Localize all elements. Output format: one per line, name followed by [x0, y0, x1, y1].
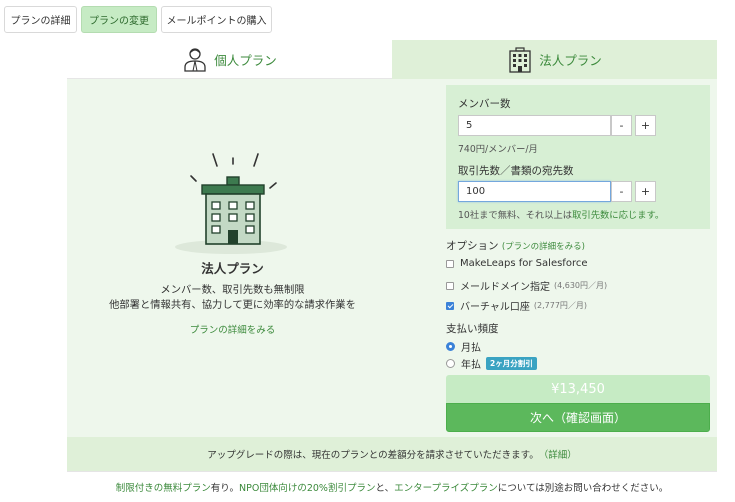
- members-plus-button[interactable]: +: [635, 115, 656, 136]
- option-virtual-account-label: バーチャル口座: [460, 302, 530, 313]
- clients-minus-button[interactable]: -: [611, 181, 632, 202]
- payment-yearly-radio[interactable]: [446, 359, 455, 368]
- footer-text-2: と、: [375, 483, 395, 494]
- next-button[interactable]: 次へ（確認画面）: [446, 403, 710, 432]
- option-salesforce-checkbox[interactable]: [446, 259, 454, 268]
- payment-monthly[interactable]: 月払: [446, 339, 481, 354]
- upgrade-notice: アップグレードの際は、現在のプランとの差額分を請求させていただきます。 （詳細）: [67, 437, 717, 471]
- option-mail-domain-checkbox[interactable]: [446, 281, 454, 290]
- tab-corporate-plan[interactable]: 法人プラン: [392, 40, 717, 79]
- footer-text-3: については別途お問い合わせください。: [497, 483, 669, 494]
- option-salesforce[interactable]: MakeLeaps for Salesforce: [446, 258, 587, 269]
- members-input[interactable]: 5: [458, 115, 611, 136]
- option-virtual-account[interactable]: バーチャル口座 (2,777円／月): [446, 298, 587, 313]
- option-mail-domain[interactable]: メールドメイン指定 (4,630円／月): [446, 278, 607, 293]
- footer-note: 制限付きの無料プラン 有り。 NPO団体向けの20%割引プラン と、 エンタープライズプ…: [67, 472, 717, 502]
- tab-mail-points[interactable]: メールポイントの購入: [161, 6, 272, 33]
- plan-description-line2: 他部署と情報共有、協力して更に効率的な請求作業を: [109, 299, 356, 311]
- corporate-building-illustration: [175, 153, 287, 254]
- options-details-link[interactable]: (プランの詳細をみる): [502, 242, 585, 252]
- members-price-note: 740円/メンバー/月: [458, 144, 538, 155]
- building-icon: [509, 46, 531, 73]
- tab-plan-details[interactable]: プランの詳細: [4, 6, 77, 33]
- payment-frequency-title: 支払い頻度: [446, 323, 499, 335]
- tab-corporate-label: 法人プラン: [539, 53, 602, 68]
- option-virtual-account-price: (2,777円／月): [533, 301, 588, 310]
- upgrade-notice-text: アップグレードの際は、現在のプランとの差額分を請求させていただきます。: [207, 450, 539, 461]
- option-salesforce-label: MakeLeaps for Salesforce: [460, 258, 588, 269]
- enterprise-plan-link[interactable]: エンタープライズプラン: [394, 480, 498, 494]
- payment-monthly-radio[interactable]: [446, 342, 455, 351]
- payment-monthly-label: 月払: [461, 343, 481, 354]
- clients-note-text: 10社まで無料、それ以上は: [458, 210, 573, 221]
- payment-yearly-label: 年払: [461, 360, 481, 371]
- plan-description-line1: メンバー数、取引先数も無制限: [160, 284, 305, 296]
- tab-plan-change[interactable]: プランの変更: [81, 6, 157, 33]
- members-minus-button[interactable]: -: [611, 115, 632, 136]
- clients-note: 10社まで無料、それ以上は取引先数に応じます。: [458, 207, 664, 221]
- free-plan-link[interactable]: 制限付きの無料プラン: [116, 480, 211, 494]
- option-virtual-account-checkbox[interactable]: [446, 301, 454, 310]
- tab-personal-label: 個人プラン: [214, 52, 277, 68]
- plan-title: 法人プラン: [201, 261, 264, 276]
- payment-yearly[interactable]: 年払 2ヶ月分割引: [446, 356, 537, 371]
- option-mail-domain-label: メールドメイン指定: [460, 282, 550, 293]
- plan-details-link[interactable]: プランの詳細をみる: [67, 322, 398, 336]
- options-title: オプション (プランの詳細をみる): [446, 238, 585, 253]
- total-price: ¥13,450: [446, 375, 710, 403]
- footer-text-1: 有り。: [210, 483, 240, 494]
- clients-pricing-link[interactable]: 取引先数に応じます。: [572, 210, 664, 221]
- option-mail-domain-price: (4,630円／月): [554, 281, 608, 290]
- clients-label: 取引先数／書類の宛先数: [458, 165, 574, 177]
- npo-plan-link[interactable]: NPO団体向けの20%割引プラン: [239, 480, 375, 494]
- options-title-text: オプション: [446, 240, 499, 252]
- person-icon: [184, 48, 206, 72]
- upgrade-details-link[interactable]: （詳細）: [539, 447, 577, 461]
- tab-personal-plan[interactable]: 個人プラン: [67, 40, 392, 79]
- yearly-discount-badge: 2ヶ月分割引: [486, 357, 537, 370]
- members-label: メンバー数: [458, 98, 511, 110]
- clients-input[interactable]: 100: [458, 181, 611, 202]
- clients-plus-button[interactable]: +: [635, 181, 656, 202]
